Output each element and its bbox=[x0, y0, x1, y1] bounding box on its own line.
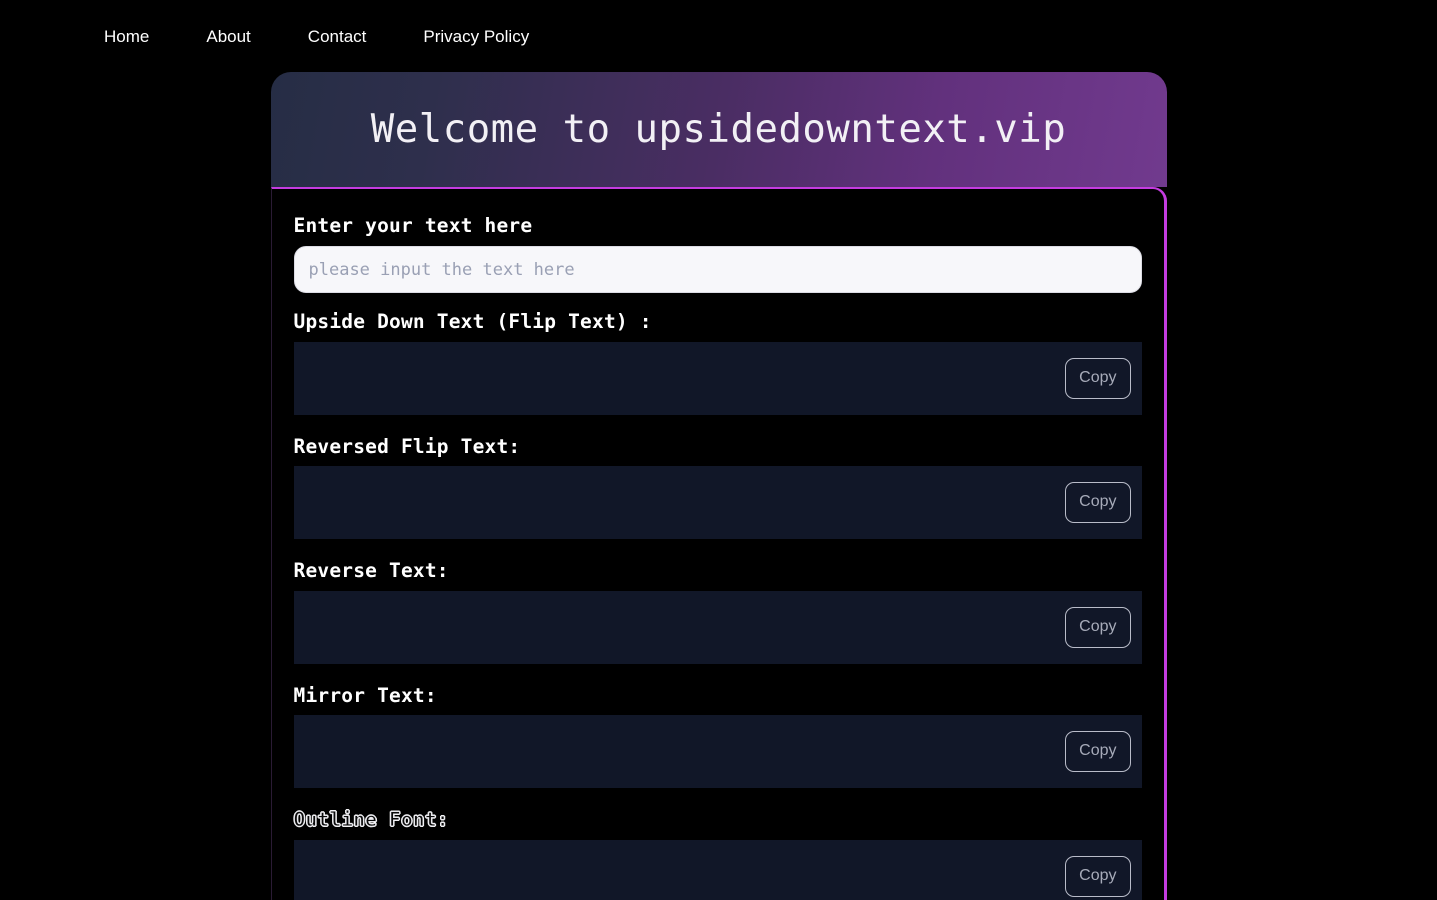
output-label-reverse: Reverse Text: bbox=[293, 559, 449, 583]
nav-link-home[interactable]: Home bbox=[104, 28, 149, 45]
output-box-reversed-flip[interactable]: Copy bbox=[293, 466, 1142, 540]
page-title: Welcome to upsidedowntext.vip bbox=[370, 107, 1067, 152]
converter-card: Enter your text here Upside Down Text (F… bbox=[270, 187, 1167, 900]
output-row: Copy bbox=[293, 839, 1142, 900]
output-group-upside-down: Upside Down Text (Flip Text) : Copy bbox=[293, 310, 1142, 415]
output-group-outline-font: Outline Font: Copy bbox=[293, 808, 1142, 900]
nav-link-privacy-policy[interactable]: Privacy Policy bbox=[423, 28, 529, 45]
source-text-input[interactable] bbox=[293, 246, 1142, 294]
output-box-reverse[interactable]: Copy bbox=[293, 590, 1142, 664]
output-group-reverse: Reverse Text: Copy bbox=[293, 559, 1142, 664]
copy-button-outline-font[interactable]: Copy bbox=[1065, 855, 1131, 897]
output-row: Copy bbox=[293, 715, 1142, 789]
output-box-upside-down[interactable]: Copy bbox=[293, 341, 1142, 415]
input-field-group: Enter your text here bbox=[293, 214, 1142, 294]
nav-link-about[interactable]: About bbox=[206, 28, 250, 45]
output-label-mirror: Mirror Text: bbox=[293, 683, 437, 707]
output-label-upside-down: Upside Down Text (Flip Text) : bbox=[293, 310, 652, 334]
page-wrapper: Welcome to upsidedowntext.vip Enter your… bbox=[0, 72, 1437, 900]
output-row: Copy bbox=[293, 590, 1142, 664]
output-group-reversed-flip: Reversed Flip Text: Copy bbox=[293, 434, 1142, 540]
copy-button-upside-down[interactable]: Copy bbox=[1065, 357, 1131, 399]
output-group-mirror: Mirror Text: Copy bbox=[293, 683, 1142, 789]
output-row: Copy bbox=[293, 341, 1142, 415]
copy-button-reversed-flip[interactable]: Copy bbox=[1065, 482, 1131, 524]
site-header-banner: Welcome to upsidedowntext.vip bbox=[270, 72, 1167, 187]
copy-button-mirror[interactable]: Copy bbox=[1065, 731, 1131, 773]
top-navigation: Home About Contact Privacy Policy bbox=[0, 0, 1437, 72]
output-box-outline-font[interactable]: Copy bbox=[293, 839, 1142, 900]
input-label: Enter your text here bbox=[293, 214, 533, 237]
output-row: Copy bbox=[293, 466, 1142, 540]
output-label-reversed-flip: Reversed Flip Text: bbox=[293, 434, 521, 458]
output-label-outline-font: Outline Font: bbox=[293, 808, 449, 832]
nav-link-contact[interactable]: Contact bbox=[308, 28, 367, 45]
copy-button-reverse[interactable]: Copy bbox=[1065, 606, 1131, 648]
output-box-mirror[interactable]: Copy bbox=[293, 715, 1142, 789]
app-shell: Welcome to upsidedowntext.vip Enter your… bbox=[270, 72, 1167, 900]
